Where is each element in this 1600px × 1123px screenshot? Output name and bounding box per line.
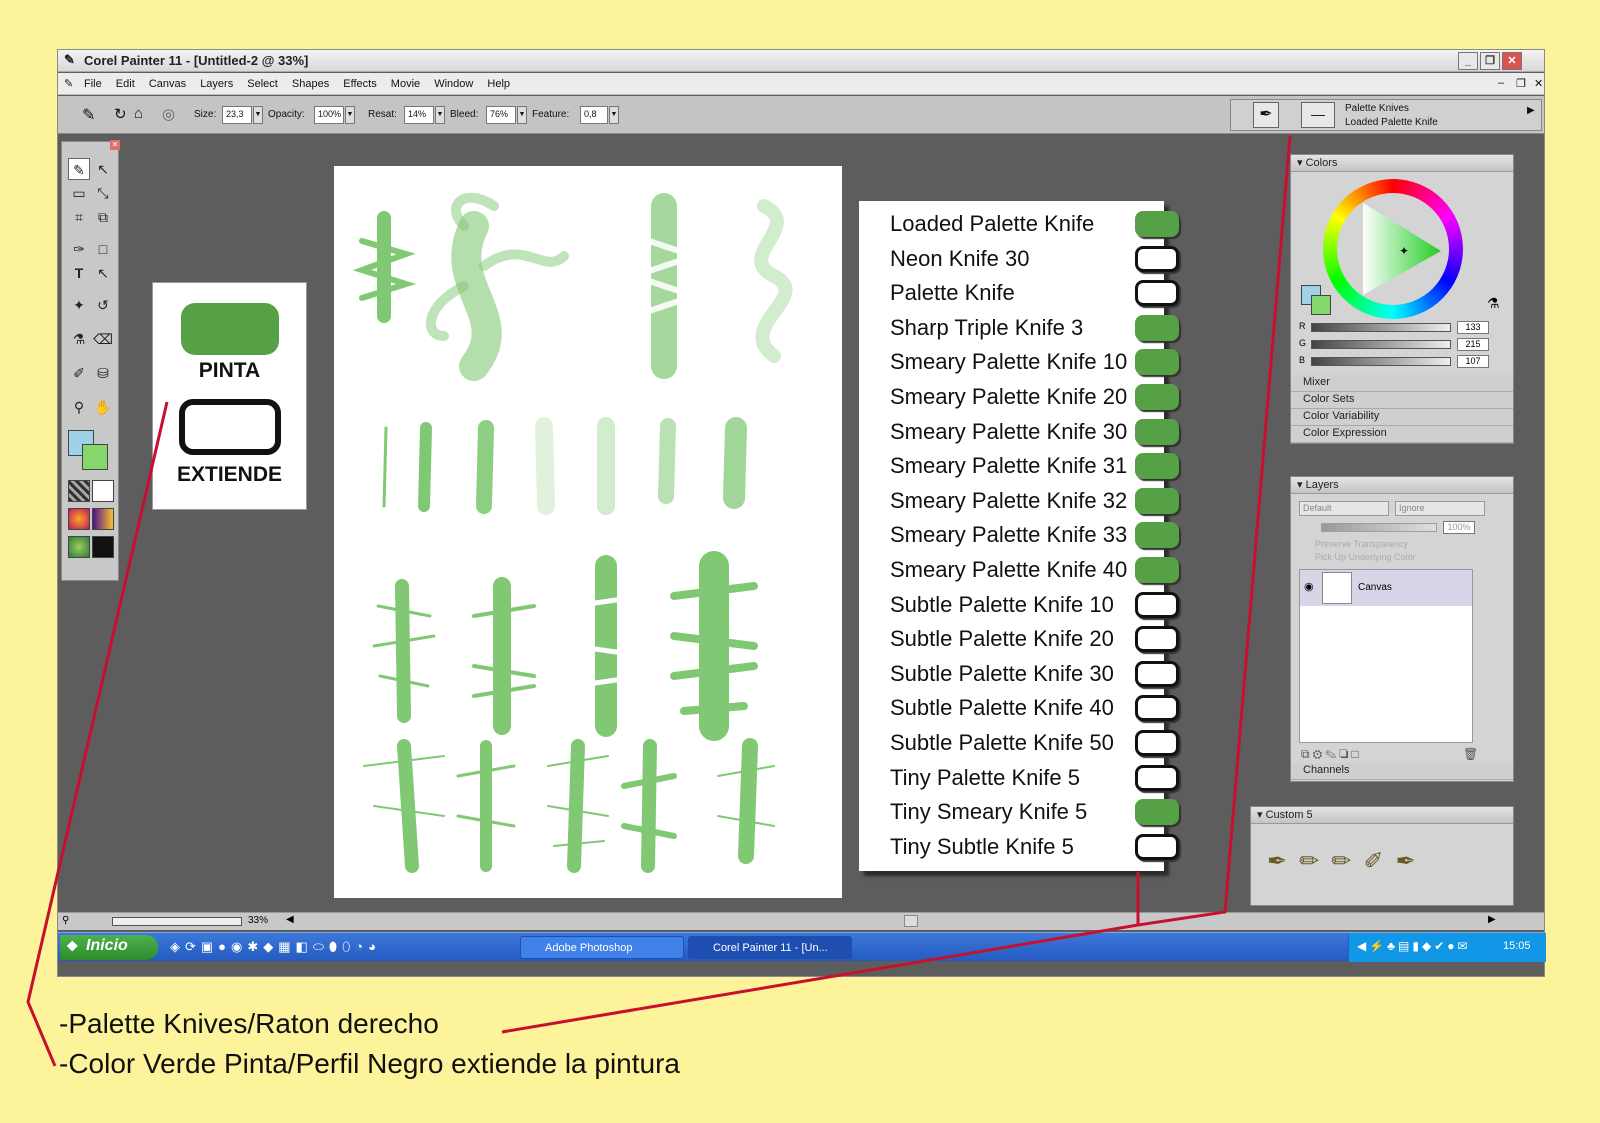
caption-palette-knives: -Palette Knives/Raton derecho bbox=[59, 1008, 439, 1039]
annotation-lines bbox=[26, 135, 1292, 1067]
caption-color-meaning: -Color Verde Pinta/Perfil Negro extiende… bbox=[59, 1048, 681, 1079]
